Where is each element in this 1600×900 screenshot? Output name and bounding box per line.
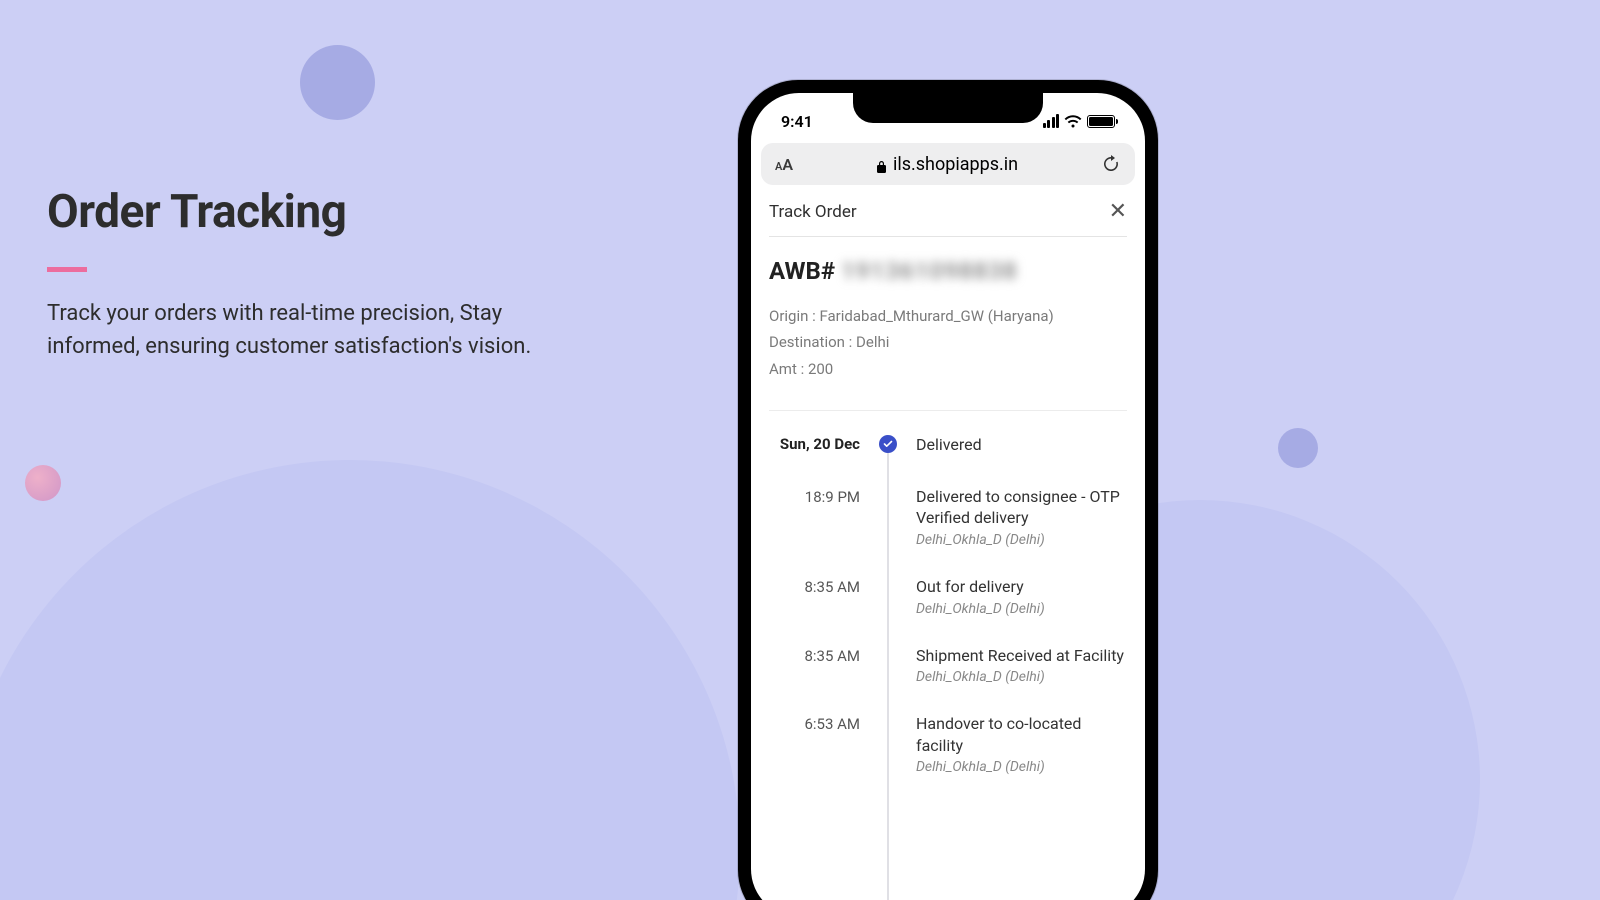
amount-line: Amt : 200 (769, 356, 1127, 382)
shipment-meta: Origin : Faridabad_Mthurard_GW (Haryana)… (769, 303, 1127, 382)
url-display[interactable]: ils.shopiapps.in (793, 154, 1101, 175)
origin-line: Origin : Faridabad_Mthurard_GW (Haryana) (769, 303, 1127, 329)
close-icon[interactable]: ✕ (1109, 199, 1127, 224)
event-title: Out for delivery (916, 576, 1127, 598)
phone-screen: 9:41 AA ils.shopiapps.in (751, 93, 1145, 900)
cellular-signal-icon (1043, 114, 1060, 128)
heading-underline (47, 267, 87, 272)
text-size-button[interactable]: AA (775, 155, 793, 174)
event-title: Delivered to consignee - OTP Verified de… (916, 486, 1127, 529)
status-indicators (1043, 114, 1116, 128)
event-time: 8:35 AM (769, 576, 874, 617)
timeline-header-row: Sun, 20 Dec Delivered (751, 411, 1145, 454)
hero-text-block: Order Tracking Track your orders with re… (47, 185, 567, 363)
decorative-circle (1278, 428, 1318, 468)
timeline-line (887, 445, 889, 900)
event-time: 8:35 AM (769, 645, 874, 686)
timeline-event: 8:35 AM Shipment Received at Facility De… (769, 645, 1127, 686)
timeline-event: 18:9 PM Delivered to consignee - OTP Ver… (769, 486, 1127, 548)
decorative-circle (0, 460, 740, 900)
awb-number: AWB# 191361098838 (769, 257, 1127, 285)
awb-value-masked: 191361098838 (841, 257, 1018, 285)
awb-section: AWB# 191361098838 Origin : Faridabad_Mth… (751, 237, 1145, 396)
url-text: ils.shopiapps.in (893, 154, 1018, 175)
lock-icon (876, 157, 887, 171)
timeline-event: 8:35 AM Out for delivery Delhi_Okhla_D (… (769, 576, 1127, 617)
timeline-event: 6:53 AM Handover to co-located facility … (769, 713, 1127, 775)
track-order-header: Track Order ✕ (751, 185, 1145, 236)
browser-address-bar[interactable]: AA ils.shopiapps.in (761, 143, 1135, 185)
reload-icon[interactable] (1101, 154, 1121, 174)
event-title: Shipment Received at Facility (916, 645, 1127, 667)
timeline-events: 18:9 PM Delivered to consignee - OTP Ver… (751, 454, 1145, 776)
event-location: Delhi_Okhla_D (Delhi) (916, 759, 1127, 775)
wifi-icon (1064, 114, 1082, 128)
hero-subtext: Track your orders with real-time precisi… (47, 297, 567, 363)
page-content: Track Order ✕ AWB# 191361098838 Origin :… (751, 185, 1145, 775)
hero-heading: Order Tracking (47, 185, 567, 239)
event-location: Delhi_Okhla_D (Delhi) (916, 669, 1127, 685)
event-title: Handover to co-located facility (916, 713, 1127, 756)
check-circle-icon (879, 435, 897, 453)
phone-mockup: 9:41 AA ils.shopiapps.in (738, 80, 1158, 900)
phone-notch (853, 93, 1043, 123)
page-title: Track Order (769, 202, 857, 222)
event-time: 6:53 AM (769, 713, 874, 775)
awb-label: AWB# (769, 257, 835, 285)
decorative-circle (25, 465, 61, 501)
battery-icon (1087, 115, 1115, 128)
status-time: 9:41 (781, 112, 813, 131)
event-time: 18:9 PM (769, 486, 874, 548)
event-location: Delhi_Okhla_D (Delhi) (916, 601, 1127, 617)
destination-line: Destination : Delhi (769, 329, 1127, 355)
decorative-circle (300, 45, 375, 120)
timeline-date: Sun, 20 Dec (769, 435, 874, 454)
timeline-status: Delivered (902, 435, 1127, 454)
event-location: Delhi_Okhla_D (Delhi) (916, 532, 1127, 548)
